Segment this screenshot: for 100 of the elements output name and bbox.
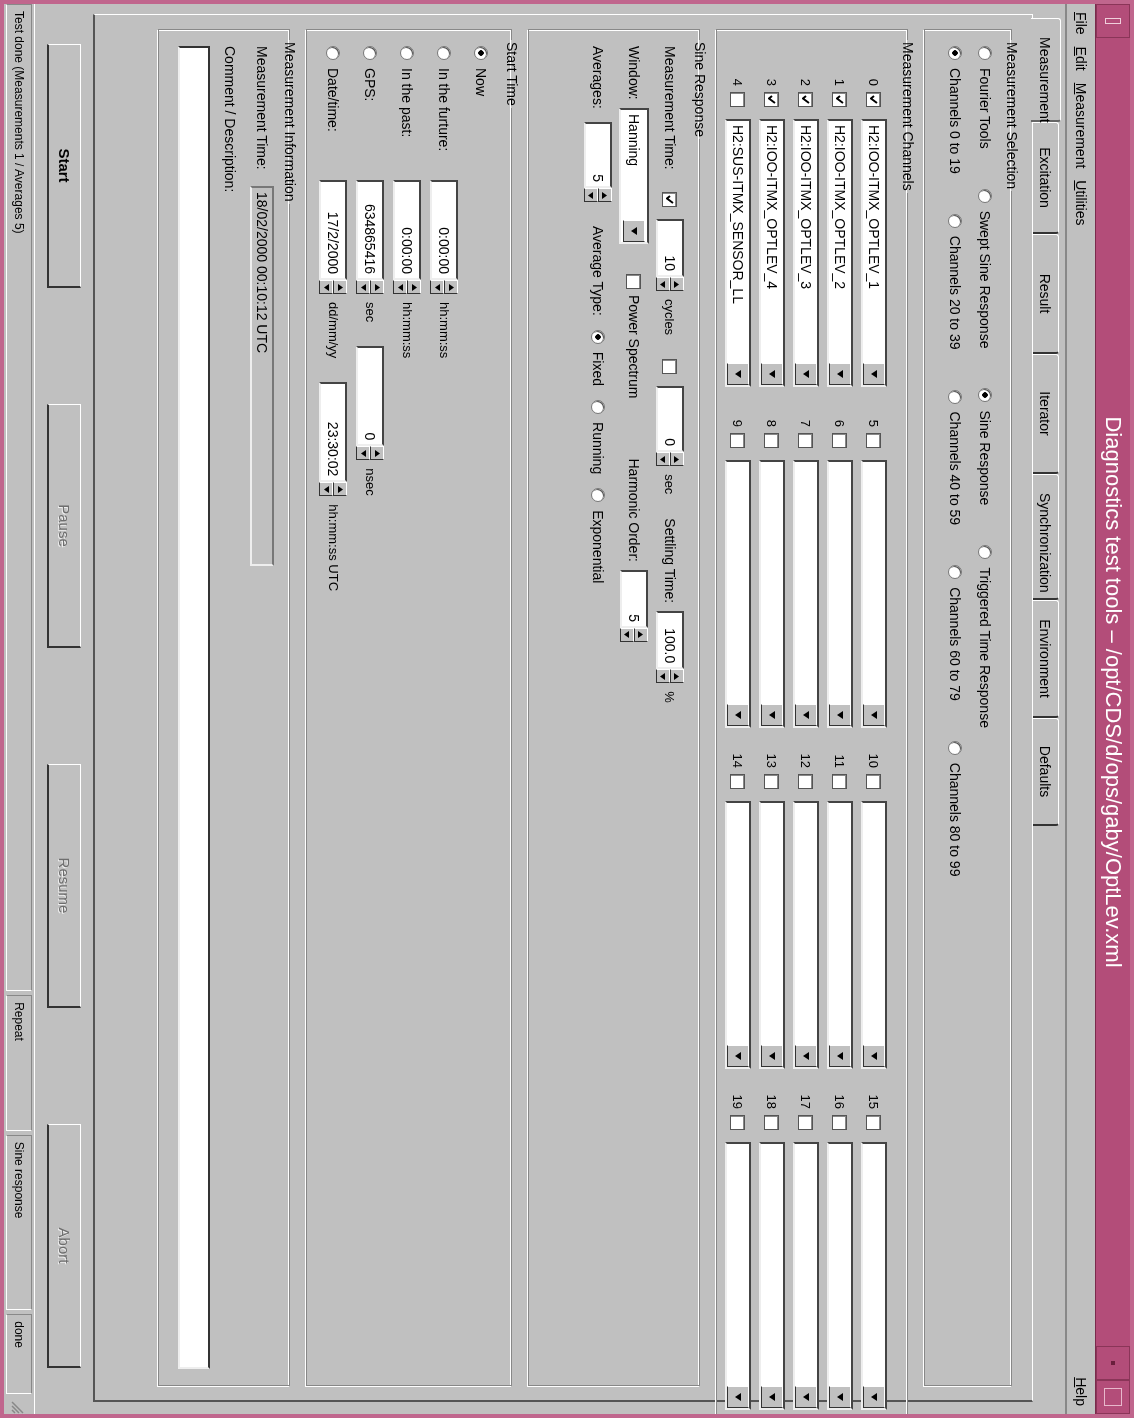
dropdown-button[interactable]: [863, 704, 885, 726]
channel-field[interactable]: [759, 801, 785, 1069]
checkbox[interactable]: [866, 433, 882, 448]
dropdown-button[interactable]: [761, 363, 783, 385]
harmonic-order-field[interactable]: 5: [620, 569, 648, 628]
channel-field[interactable]: [793, 460, 819, 728]
channel-field[interactable]: [827, 1142, 853, 1410]
tab[interactable]: Defaults: [1033, 718, 1059, 826]
radio-button[interactable]: [474, 46, 489, 60]
dropdown-button[interactable]: [863, 1045, 885, 1067]
checkbox[interactable]: [764, 92, 780, 107]
dropdown-button[interactable]: [727, 1045, 749, 1067]
radio-button[interactable]: [978, 188, 992, 203]
decrement-button[interactable]: [356, 446, 371, 461]
dropdown-button[interactable]: [727, 363, 749, 385]
channel-field[interactable]: [725, 801, 751, 1069]
tab[interactable]: Measurement: [1031, 18, 1061, 122]
action-button[interactable]: Start: [47, 44, 81, 288]
channel-field[interactable]: [725, 1142, 751, 1410]
dropdown-button[interactable]: [863, 1386, 885, 1408]
decrement-button[interactable]: [430, 280, 445, 294]
seconds-field[interactable]: 0: [656, 386, 684, 453]
channel-field[interactable]: [725, 460, 751, 728]
checkbox[interactable]: [764, 433, 780, 448]
radio-button[interactable]: [591, 329, 605, 344]
checkbox[interactable]: [832, 774, 848, 789]
dropdown-button[interactable]: [795, 1045, 817, 1067]
channel-field[interactable]: [793, 1142, 819, 1410]
checkbox[interactable]: [730, 433, 746, 448]
comment-field[interactable]: [178, 46, 210, 1369]
radio-button[interactable]: [978, 388, 992, 403]
decrement-button[interactable]: [656, 669, 670, 684]
radio-button[interactable]: [948, 389, 962, 404]
cycles-field[interactable]: 10: [656, 219, 684, 277]
decrement-button[interactable]: [319, 482, 334, 497]
decrement-button[interactable]: [393, 280, 408, 294]
time-field[interactable]: 0:00:00: [393, 180, 422, 280]
dropdown-button[interactable]: [829, 1386, 851, 1408]
checkbox[interactable]: [730, 92, 746, 107]
checkbox[interactable]: [798, 433, 814, 448]
radio-button[interactable]: [948, 740, 962, 755]
checkbox[interactable]: [626, 274, 642, 289]
decrement-button[interactable]: [656, 452, 670, 467]
checkbox[interactable]: [866, 1115, 882, 1130]
increment-button[interactable]: [370, 280, 385, 294]
dropdown-button[interactable]: [829, 704, 851, 726]
time-field[interactable]: 0:00:00: [430, 180, 459, 280]
time-field[interactable]: 23:30:02: [319, 382, 348, 483]
dropdown-button[interactable]: [795, 1386, 817, 1408]
increment-button[interactable]: [444, 280, 459, 294]
menu-item[interactable]: Edit: [1073, 46, 1089, 71]
dropdown-button[interactable]: [727, 704, 749, 726]
dropdown-button[interactable]: [863, 363, 885, 385]
checkbox[interactable]: [764, 1115, 780, 1130]
checkbox[interactable]: [798, 774, 814, 789]
radio-button[interactable]: [591, 488, 605, 503]
dropdown-button[interactable]: [795, 363, 817, 385]
dropdown-button[interactable]: [761, 704, 783, 726]
radio-button[interactable]: [400, 46, 415, 60]
menu-item[interactable]: Utilities: [1073, 180, 1089, 226]
dropdown-button[interactable]: [829, 363, 851, 385]
tab[interactable]: Excitation: [1033, 122, 1059, 234]
increment-button[interactable]: [333, 482, 348, 497]
radio-button[interactable]: [978, 545, 992, 560]
settling-time-field[interactable]: 100.0: [656, 611, 684, 670]
tab[interactable]: Environment: [1033, 600, 1059, 718]
help-menu[interactable]: Help: [1073, 1377, 1089, 1406]
checkbox[interactable]: [832, 1115, 848, 1130]
dropdown-button[interactable]: [761, 1386, 783, 1408]
radio-button[interactable]: [363, 46, 378, 60]
checkbox[interactable]: [832, 433, 848, 448]
channel-field[interactable]: [861, 460, 887, 728]
decrement-button[interactable]: [319, 280, 334, 294]
increment-button[interactable]: [333, 280, 348, 294]
increment-button[interactable]: [670, 669, 684, 684]
window-dropdown[interactable]: Hanning: [619, 108, 649, 244]
increment-button[interactable]: [370, 446, 385, 461]
checkbox[interactable]: [662, 359, 678, 375]
maximize-button[interactable]: [1096, 1380, 1130, 1413]
tab[interactable]: Iterator: [1033, 354, 1059, 474]
channel-field[interactable]: [759, 460, 785, 728]
radio-button[interactable]: [948, 565, 962, 580]
averages-field[interactable]: 5: [584, 122, 612, 188]
radio-button[interactable]: [326, 46, 341, 60]
radio-button[interactable]: [591, 400, 605, 414]
increment-button[interactable]: [407, 280, 422, 294]
decrement-button[interactable]: [356, 280, 371, 294]
time-field[interactable]: 17/2/2000: [319, 180, 348, 280]
channel-field[interactable]: H2:SUS-ITMX_SENSOR_LL: [725, 119, 751, 387]
checkbox[interactable]: [730, 1115, 746, 1130]
dropdown-button[interactable]: [829, 1045, 851, 1067]
decrement-button[interactable]: [656, 277, 670, 291]
window-menu-button[interactable]: [1096, 5, 1130, 38]
channel-field[interactable]: [827, 801, 853, 1069]
radio-button[interactable]: [948, 213, 962, 228]
menu-item[interactable]: File: [1073, 12, 1089, 35]
checkbox[interactable]: [866, 774, 882, 789]
increment-button[interactable]: [670, 277, 684, 291]
channel-field[interactable]: H2:IOO-ITMX_OPTLEV_1: [861, 119, 887, 387]
radio-button[interactable]: [437, 46, 452, 60]
